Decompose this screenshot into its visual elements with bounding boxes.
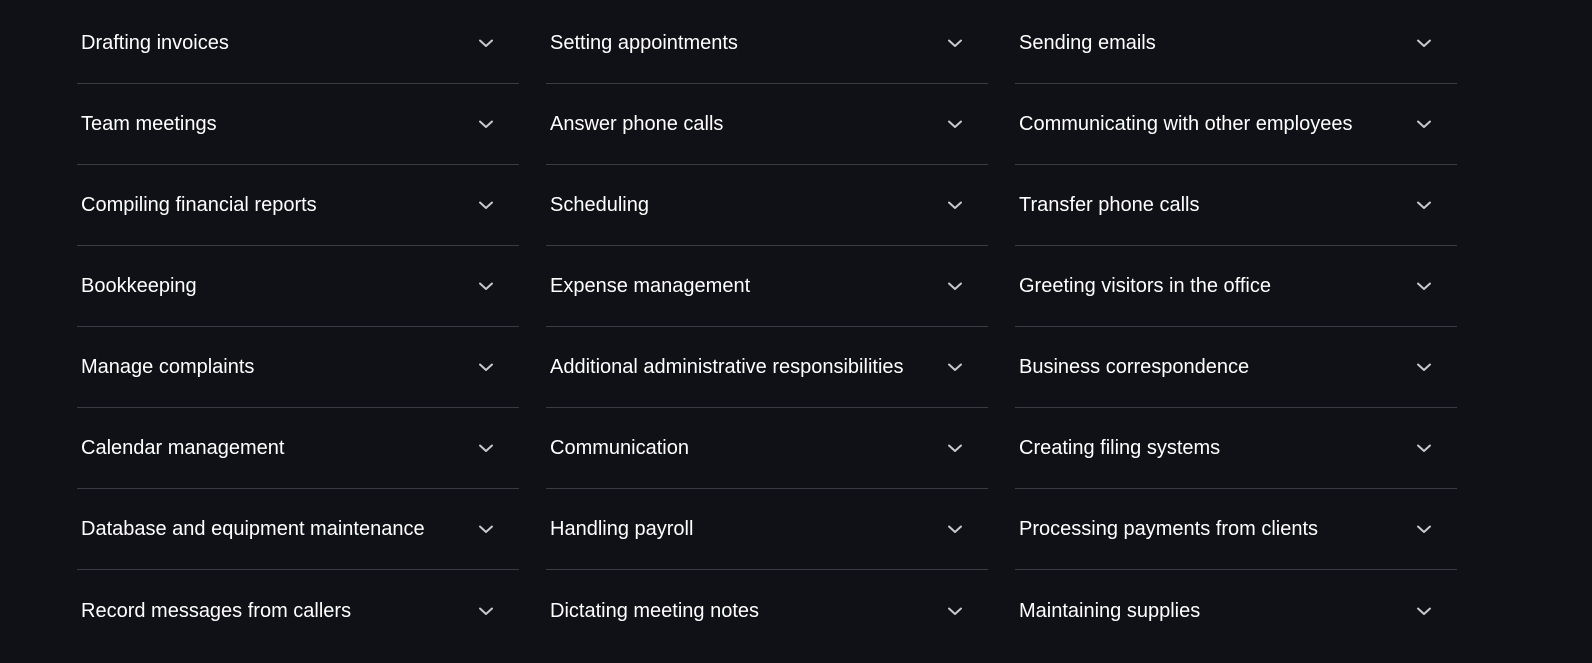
- accordion-grid: Drafting invoices Team meetings Compilin…: [77, 3, 1457, 651]
- accordion-item[interactable]: Additional administrative responsibiliti…: [546, 327, 988, 408]
- accordion-item-label: Database and equipment maintenance: [81, 518, 425, 540]
- accordion-item-label: Greeting visitors in the office: [1019, 275, 1271, 297]
- chevron-down-icon[interactable]: [946, 115, 964, 133]
- accordion-item[interactable]: Setting appointments: [546, 3, 988, 84]
- chevron-down-icon[interactable]: [477, 439, 495, 457]
- accordion-item-label: Creating filing systems: [1019, 437, 1221, 459]
- accordion-item-label: Additional administrative responsibiliti…: [550, 356, 904, 378]
- chevron-down-icon[interactable]: [946, 196, 964, 214]
- chevron-down-icon[interactable]: [477, 520, 495, 538]
- accordion-item[interactable]: Handling payroll: [546, 489, 988, 570]
- chevron-down-icon[interactable]: [477, 602, 495, 620]
- accordion-column-3: Sending emails Communicating with other …: [1015, 3, 1457, 651]
- accordion-item[interactable]: Scheduling: [546, 165, 988, 246]
- accordion-item[interactable]: Greeting visitors in the office: [1015, 246, 1457, 327]
- accordion-item-label: Transfer phone calls: [1019, 194, 1200, 216]
- accordion-item-label: Manage complaints: [81, 356, 255, 378]
- accordion-item[interactable]: Answer phone calls: [546, 84, 988, 165]
- accordion-item-label: Maintaining supplies: [1019, 599, 1201, 622]
- accordion-item[interactable]: Compiling financial reports: [77, 165, 519, 246]
- chevron-down-icon[interactable]: [1415, 520, 1433, 538]
- chevron-down-icon[interactable]: [477, 277, 495, 295]
- accordion-item-label: Sending emails: [1019, 32, 1156, 54]
- accordion-item-label: Business correspondence: [1019, 356, 1250, 378]
- accordion-item-label: Expense management: [550, 275, 751, 297]
- accordion-item[interactable]: Record messages from callers: [77, 570, 519, 651]
- accordion-item-label: Communication: [550, 437, 689, 459]
- chevron-down-icon[interactable]: [946, 34, 964, 52]
- accordion-column-2: Setting appointments Answer phone calls …: [546, 3, 988, 651]
- accordion-item-label: Handling payroll: [550, 518, 694, 540]
- chevron-down-icon[interactable]: [1415, 439, 1433, 457]
- accordion-item-label: Dictating meeting notes: [550, 599, 760, 622]
- chevron-down-icon[interactable]: [946, 277, 964, 295]
- chevron-down-icon[interactable]: [1415, 358, 1433, 376]
- accordion-item-label: Answer phone calls: [550, 113, 724, 135]
- chevron-down-icon[interactable]: [1415, 196, 1433, 214]
- accordion-item[interactable]: Drafting invoices: [77, 3, 519, 84]
- accordion-item-label: Bookkeeping: [81, 275, 197, 297]
- chevron-down-icon[interactable]: [946, 439, 964, 457]
- accordion-item[interactable]: Maintaining supplies: [1015, 570, 1457, 651]
- accordion-item[interactable]: Business correspondence: [1015, 327, 1457, 408]
- chevron-down-icon[interactable]: [946, 602, 964, 620]
- chevron-down-icon[interactable]: [946, 358, 964, 376]
- chevron-down-icon[interactable]: [477, 196, 495, 214]
- chevron-down-icon[interactable]: [1415, 34, 1433, 52]
- accordion-item-label: Processing payments from clients: [1019, 518, 1319, 540]
- accordion-item-label: Setting appointments: [550, 32, 738, 54]
- chevron-down-icon[interactable]: [477, 34, 495, 52]
- accordion-item[interactable]: Sending emails: [1015, 3, 1457, 84]
- accordion-item[interactable]: Team meetings: [77, 84, 519, 165]
- accordion-item-label: Drafting invoices: [81, 32, 229, 54]
- accordion-item[interactable]: Communicating with other employees: [1015, 84, 1457, 165]
- accordion-item-label: Team meetings: [81, 113, 217, 135]
- chevron-down-icon[interactable]: [477, 115, 495, 133]
- chevron-down-icon[interactable]: [477, 358, 495, 376]
- accordion-item-label: Calendar management: [81, 437, 285, 459]
- accordion-item[interactable]: Calendar management: [77, 408, 519, 489]
- chevron-down-icon[interactable]: [1415, 115, 1433, 133]
- chevron-down-icon[interactable]: [1415, 277, 1433, 295]
- accordion-item[interactable]: Database and equipment maintenance: [77, 489, 519, 570]
- chevron-down-icon[interactable]: [1415, 602, 1433, 620]
- accordion-item[interactable]: Expense management: [546, 246, 988, 327]
- accordion-item[interactable]: Bookkeeping: [77, 246, 519, 327]
- accordion-item[interactable]: Manage complaints: [77, 327, 519, 408]
- accordion-item-label: Record messages from callers: [81, 599, 352, 622]
- chevron-down-icon[interactable]: [946, 520, 964, 538]
- accordion-item[interactable]: Creating filing systems: [1015, 408, 1457, 489]
- accordion-item-label: Communicating with other employees: [1019, 113, 1353, 135]
- accordion-item-label: Compiling financial reports: [81, 194, 317, 216]
- accordion-item[interactable]: Processing payments from clients: [1015, 489, 1457, 570]
- accordion-item-label: Scheduling: [550, 194, 649, 216]
- accordion-item[interactable]: Transfer phone calls: [1015, 165, 1457, 246]
- accordion-item[interactable]: Dictating meeting notes: [546, 570, 988, 651]
- accordion-item[interactable]: Communication: [546, 408, 988, 489]
- accordion-column-1: Drafting invoices Team meetings Compilin…: [77, 3, 519, 651]
